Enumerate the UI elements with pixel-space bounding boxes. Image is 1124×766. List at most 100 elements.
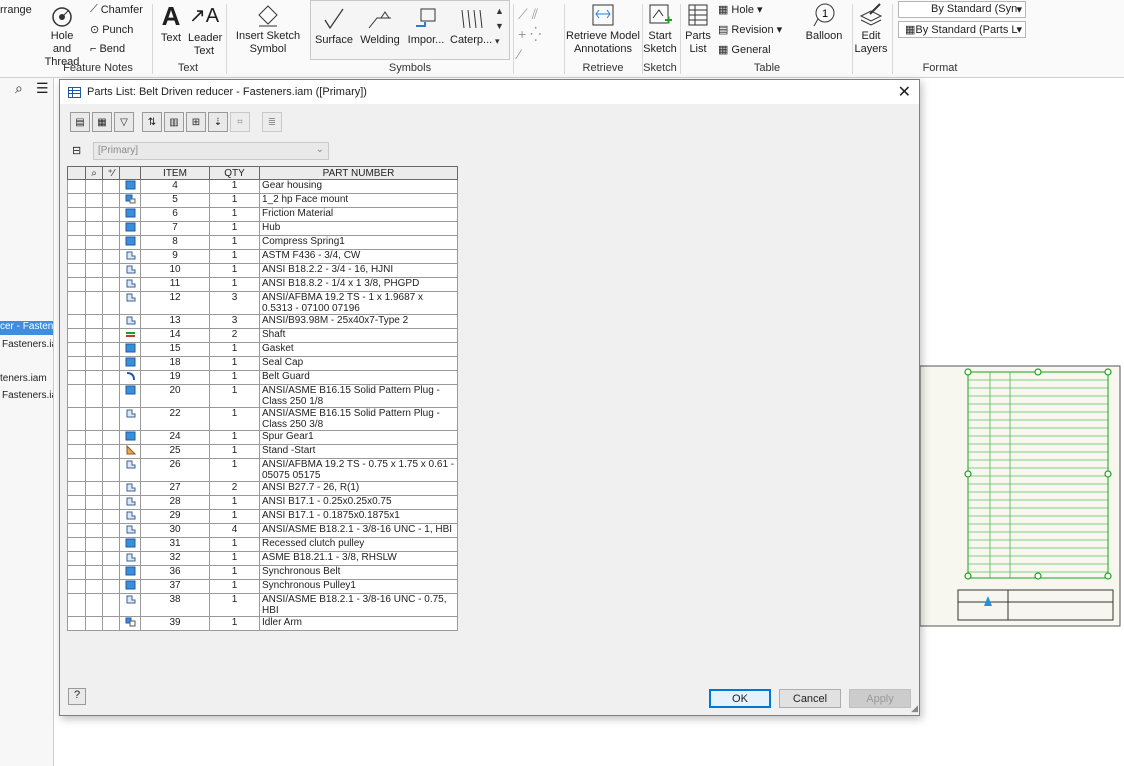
part-number-cell[interactable]: ANSI B27.7 - 26, R(1) [259,481,458,496]
style-select-2[interactable]: ▦By Standard (Parts L ▾ [898,21,1026,38]
qty-cell[interactable]: 1 [209,495,260,510]
row-select-cell[interactable] [67,356,86,371]
item-cell[interactable]: 11 [140,277,210,292]
table-row[interactable]: 39 1 Idler Arm [67,616,458,631]
qty-cell[interactable]: 1 [209,430,260,445]
row-select-cell[interactable] [67,384,86,408]
qty-cell[interactable]: 1 [209,221,260,236]
row-select-cell[interactable] [67,207,86,222]
part-number-cell[interactable]: ANSI/ASME B18.2.1 - 3/8-16 UNC - 1, HBI [259,523,458,538]
part-number-cell[interactable]: ANSI B18.2.2 - 3/4 - 16, HJNI [259,263,458,278]
item-cell[interactable]: 10 [140,263,210,278]
row-select-cell[interactable] [67,291,86,315]
row-select-cell[interactable] [67,249,86,264]
item-cell[interactable]: 39 [140,616,210,631]
row-select-cell[interactable] [67,314,86,329]
hole-table-button[interactable]: ▦ Hole ▾ [718,3,763,17]
retrieve-model-annotations-button[interactable]: Retrieve Model Annotations [566,2,640,56]
qty-cell[interactable]: 1 [209,579,260,594]
item-cell[interactable]: 31 [140,537,210,552]
table-row[interactable]: 19 1 Belt Guard [67,370,458,385]
qty-cell[interactable]: 3 [209,291,260,315]
renumber-icon[interactable]: ⇣ [208,112,228,132]
column-chooser-icon[interactable]: ▦ [92,112,112,132]
item-cell[interactable]: 37 [140,579,210,594]
table-row[interactable]: 4 1 Gear housing [67,179,458,194]
table-row[interactable]: 11 1 ANSI B18.8.2 - 1/4 x 1 3/8, PHGPD [67,277,458,292]
table-row[interactable]: 5 1 1_2 hp Face mount [67,193,458,208]
row-select-cell[interactable] [67,221,86,236]
row-select-cell[interactable] [67,407,86,431]
general-table-button[interactable]: ▦ General [718,43,771,57]
table-row[interactable]: 30 4 ANSI/ASME B18.2.1 - 3/8-16 UNC - 1, H… [67,523,458,538]
table-row[interactable]: 8 1 Compress Spring1 [67,235,458,250]
qty-cell[interactable]: 1 [209,193,260,208]
qty-cell[interactable]: 1 [209,207,260,222]
part-number-cell[interactable]: Gasket [259,342,458,357]
qty-cell[interactable]: 1 [209,509,260,524]
qty-cell[interactable]: 1 [209,458,260,482]
browser-item-selected[interactable]: cer - Fastene [0,321,53,335]
qty-cell[interactable]: 1 [209,356,260,371]
filter-icon[interactable]: ▽ [114,112,134,132]
part-number-cell[interactable]: ANSI/AFBMA 19.2 TS - 1 x 1.9687 x 0.5313… [259,291,458,315]
welding-button[interactable]: Welding [358,6,402,47]
part-number-cell[interactable]: ASTM F436 - 3/4, CW [259,249,458,264]
item-cell[interactable]: 7 [140,221,210,236]
table-row[interactable]: 28 1 ANSI B17.1 - 0.25x0.25x0.75 [67,495,458,510]
search-icon[interactable]: ⌕ [15,80,23,97]
row-select-cell[interactable] [67,523,86,538]
part-number-cell[interactable]: Stand -Start [259,444,458,459]
cancel-button[interactable]: Cancel [779,689,841,708]
member-scope-icon[interactable]: ▤ [70,112,90,132]
column-header-find[interactable]: ⌕ [85,166,103,180]
row-select-cell[interactable] [67,263,86,278]
menu-icon[interactable]: ☰ [36,80,49,97]
arrange-button[interactable]: rrange [0,4,32,17]
item-cell[interactable]: 32 [140,551,210,566]
table-row[interactable]: 10 1 ANSI B18.2.2 - 3/4 - 16, HJNI [67,263,458,278]
caterpillar-button[interactable]: Caterp... [450,6,492,47]
table-row[interactable]: 38 1 ANSI/ASME B18.2.1 - 3/8-16 UNC - 0.75… [67,593,458,617]
help-icon[interactable]: ? [68,688,86,705]
qty-cell[interactable]: 2 [209,481,260,496]
part-number-cell[interactable]: 1_2 hp Face mount [259,193,458,208]
part-number-cell[interactable]: ANSI B17.1 - 0.25x0.25x0.75 [259,495,458,510]
qty-cell[interactable]: 1 [209,407,260,431]
table-row[interactable]: 22 1 ANSI/ASME B16.15 Solid Pattern Plug -… [67,407,458,431]
style-select-1[interactable]: By Standard (Syn ▾ [898,1,1026,18]
apply-button[interactable]: Apply [849,689,911,708]
part-number-cell[interactable]: Compress Spring1 [259,235,458,250]
table-row[interactable]: 20 1 ANSI/ASME B16.15 Solid Pattern Plug -… [67,384,458,408]
merge-rows-icon[interactable]: ⌗ [230,112,250,132]
revision-table-button[interactable]: ▤ Revision ▾ [718,23,782,37]
qty-cell[interactable]: 1 [209,384,260,408]
resize-grip-icon[interactable]: ◢ [911,703,918,714]
qty-cell[interactable]: 1 [209,444,260,459]
row-select-cell[interactable] [67,537,86,552]
qty-cell[interactable]: 1 [209,593,260,617]
qty-cell[interactable]: 1 [209,537,260,552]
text-button[interactable]: A Text [158,2,184,45]
import-symbol-button[interactable]: Impor... [406,6,446,47]
row-select-cell[interactable] [67,370,86,385]
table-row[interactable]: 12 3 ANSI/AFBMA 19.2 TS - 1 x 1.9687 x 0.5… [67,291,458,315]
part-number-cell[interactable]: ASME B18.21.1 - 3/8, RHSLW [259,551,458,566]
column-header-part-number[interactable]: PART NUMBER [259,166,458,180]
part-number-cell[interactable]: ANSI/ASME B16.15 Solid Pattern Plug - Cl… [259,407,458,431]
item-cell[interactable]: 24 [140,430,210,445]
part-number-cell[interactable]: Shaft [259,328,458,343]
qty-cell[interactable]: 1 [209,616,260,631]
item-cell[interactable]: 19 [140,370,210,385]
item-cell[interactable]: 38 [140,593,210,617]
table-row[interactable]: 31 1 Recessed clutch pulley [67,537,458,552]
item-cell[interactable]: 22 [140,407,210,431]
leader-text-button[interactable]: ↗A Leader Text [188,2,222,58]
group-settings-icon[interactable]: ≣ [262,112,282,132]
table-row[interactable]: 32 1 ASME B18.21.1 - 3/8, RHSLW [67,551,458,566]
insert-sketch-symbol-button[interactable]: Insert Sketch Symbol [232,2,304,56]
qty-cell[interactable]: 1 [209,179,260,194]
table-row[interactable]: 24 1 Spur Gear1 [67,430,458,445]
part-number-cell[interactable]: Synchronous Belt [259,565,458,580]
browser-item[interactable]: Fasteners.ia [2,339,53,350]
